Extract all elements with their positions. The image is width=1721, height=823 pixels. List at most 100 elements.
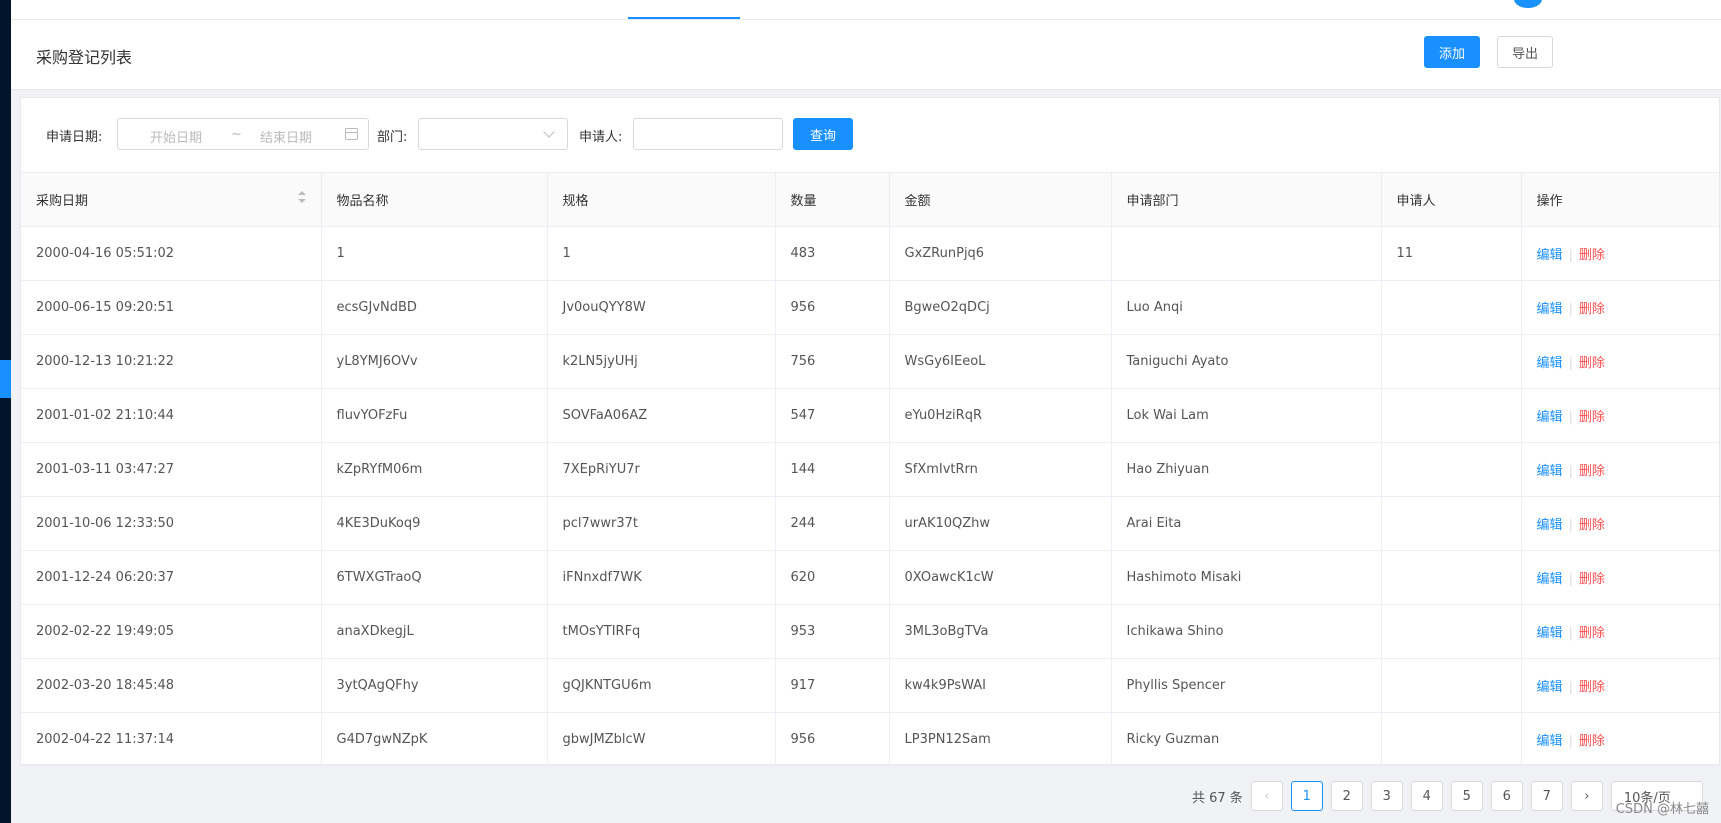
cell-amount: SfXmIvtRrn <box>889 442 1112 497</box>
delete-link[interactable]: 删除 <box>1579 680 1605 695</box>
table-row: 2002-02-22 19:49:05 anaXDkegjL tMOsYTIRFq 9… <box>21 604 1719 659</box>
cell-applicant <box>1381 712 1522 767</box>
dept-select[interactable] <box>418 118 568 150</box>
col-header-spec: 规格 <box>547 172 776 227</box>
action-divider: | <box>1568 734 1573 749</box>
cell-amount: kw4k9PsWAI <box>889 658 1112 713</box>
cell-applicant <box>1381 604 1522 659</box>
cell-spec: Jv0ouQYY8W <box>547 280 776 335</box>
cell-date: 2001-10-06 12:33:50 <box>21 496 322 551</box>
cell-spec: 1 <box>547 226 776 281</box>
cell-applicant <box>1381 442 1522 497</box>
cell-item: G4D7gwNZpK <box>321 712 548 767</box>
cell-qty: 756 <box>775 334 890 389</box>
cell-item: ecsGJvNdBD <box>321 280 548 335</box>
cell-spec: SOVFaA06AZ <box>547 388 776 443</box>
cell-date: 2000-06-15 09:20:51 <box>21 280 322 335</box>
export-button[interactable]: 导出 <box>1497 36 1553 68</box>
cell-spec: iFNnxdf7WK <box>547 550 776 605</box>
prev-page-button[interactable]: ‹ <box>1250 781 1283 811</box>
cell-applicant: 11 <box>1381 226 1522 281</box>
applicant-filter-label: 申请人: <box>579 130 623 145</box>
cell-item: 6TWXGTraoQ <box>321 550 548 605</box>
col-header-actions: 操作 <box>1521 172 1719 227</box>
cell-dept: Luo Anqi <box>1111 280 1382 335</box>
cell-actions: 编辑 | 删除 <box>1521 388 1719 443</box>
page-button[interactable]: 4 <box>1410 781 1443 811</box>
cell-actions: 编辑 | 删除 <box>1521 280 1719 335</box>
page-button[interactable]: 7 <box>1530 781 1563 811</box>
action-divider: | <box>1568 410 1573 425</box>
table-row: 2000-12-13 10:21:22 yL8YMJ6OVv k2LN5jyUHj 7… <box>21 334 1719 389</box>
page-button[interactable]: 5 <box>1450 781 1483 811</box>
col-header-dept: 申请部门 <box>1111 172 1382 227</box>
next-page-button[interactable]: › <box>1570 781 1603 811</box>
delete-link[interactable]: 删除 <box>1579 410 1605 425</box>
edit-link[interactable]: 编辑 <box>1537 410 1563 425</box>
sort-icon[interactable] <box>297 191 306 203</box>
sidebar-active-item[interactable] <box>0 360 11 398</box>
cell-qty: 956 <box>775 712 890 767</box>
start-date-placeholder: 开始日期 <box>150 131 203 146</box>
dept-filter-label: 部门: <box>377 130 408 145</box>
page-button[interactable]: 1 <box>1290 781 1323 811</box>
cell-dept: Arai Eita <box>1111 496 1382 551</box>
cell-actions: 编辑 | 删除 <box>1521 442 1719 497</box>
cell-item: 1 <box>321 226 548 281</box>
edit-link[interactable]: 编辑 <box>1537 248 1563 263</box>
cell-qty: 547 <box>775 388 890 443</box>
delete-link[interactable]: 删除 <box>1579 626 1605 641</box>
delete-link[interactable]: 删除 <box>1579 572 1605 587</box>
cell-dept: Hashimoto Misaki <box>1111 550 1382 605</box>
edit-link[interactable]: 编辑 <box>1537 734 1563 749</box>
table-row: 2001-12-24 06:20:37 6TWXGTraoQ iFNnxdf7WK 6… <box>21 550 1719 605</box>
total-count: 共 67 条 <box>1192 790 1243 806</box>
table-row: 2001-03-11 03:47:27 kZpRYfM06m 7XEpRiYU7r 1… <box>21 442 1719 497</box>
delete-link[interactable]: 删除 <box>1579 464 1605 479</box>
cell-actions: 编辑 | 删除 <box>1521 604 1719 659</box>
delete-link[interactable]: 删除 <box>1579 356 1605 371</box>
action-divider: | <box>1568 518 1573 533</box>
filter-bar: 申请日期: 开始日期 ~ 结束日期 部门: 申请人: 查询 <box>21 98 1719 172</box>
edit-link[interactable]: 编辑 <box>1537 518 1563 533</box>
table-row: 2000-06-15 09:20:51 ecsGJvNdBD Jv0ouQYY8W 9… <box>21 280 1719 335</box>
purchase-table: 采购日期 物品名称 规格 数量 金额 申请部门 申请人 操作 2000-04-1… <box>21 172 1719 767</box>
query-button[interactable]: 查询 <box>793 118 853 150</box>
top-nav <box>11 0 1721 20</box>
action-divider: | <box>1568 626 1573 641</box>
delete-link[interactable]: 删除 <box>1579 302 1605 317</box>
cell-date: 2001-01-02 21:10:44 <box>21 388 322 443</box>
edit-link[interactable]: 编辑 <box>1537 572 1563 587</box>
calendar-icon <box>345 128 358 140</box>
delete-link[interactable]: 删除 <box>1579 248 1605 263</box>
edit-link[interactable]: 编辑 <box>1537 464 1563 479</box>
cell-dept: Taniguchi Ayato <box>1111 334 1382 389</box>
delete-link[interactable]: 删除 <box>1579 518 1605 533</box>
cell-actions: 编辑 | 删除 <box>1521 226 1719 281</box>
watermark: CSDN @林七囍 <box>1615 802 1709 817</box>
cell-actions: 编辑 | 删除 <box>1521 496 1719 551</box>
cell-applicant <box>1381 334 1522 389</box>
cell-date: 2002-03-20 18:45:48 <box>21 658 322 713</box>
date-range-picker[interactable]: 开始日期 ~ 结束日期 <box>117 118 369 150</box>
cell-applicant <box>1381 388 1522 443</box>
table-row: 2001-01-02 21:10:44 fluvYOFzFu SOVFaA06AZ 5… <box>21 388 1719 443</box>
page-button[interactable]: 6 <box>1490 781 1523 811</box>
edit-link[interactable]: 编辑 <box>1537 626 1563 641</box>
add-button[interactable]: 添加 <box>1424 36 1480 68</box>
col-header-date[interactable]: 采购日期 <box>21 172 322 227</box>
avatar[interactable] <box>1514 0 1542 8</box>
action-divider: | <box>1568 248 1573 263</box>
edit-link[interactable]: 编辑 <box>1537 356 1563 371</box>
cell-date: 2000-12-13 10:21:22 <box>21 334 322 389</box>
cell-amount: BgweO2qDCj <box>889 280 1112 335</box>
cell-date: 2001-12-24 06:20:37 <box>21 550 322 605</box>
cell-qty: 917 <box>775 658 890 713</box>
active-tab-indicator[interactable] <box>628 17 740 19</box>
applicant-input[interactable] <box>633 118 783 150</box>
page-button[interactable]: 3 <box>1370 781 1403 811</box>
edit-link[interactable]: 编辑 <box>1537 302 1563 317</box>
delete-link[interactable]: 删除 <box>1579 734 1605 749</box>
page-button[interactable]: 2 <box>1330 781 1363 811</box>
edit-link[interactable]: 编辑 <box>1537 680 1563 695</box>
